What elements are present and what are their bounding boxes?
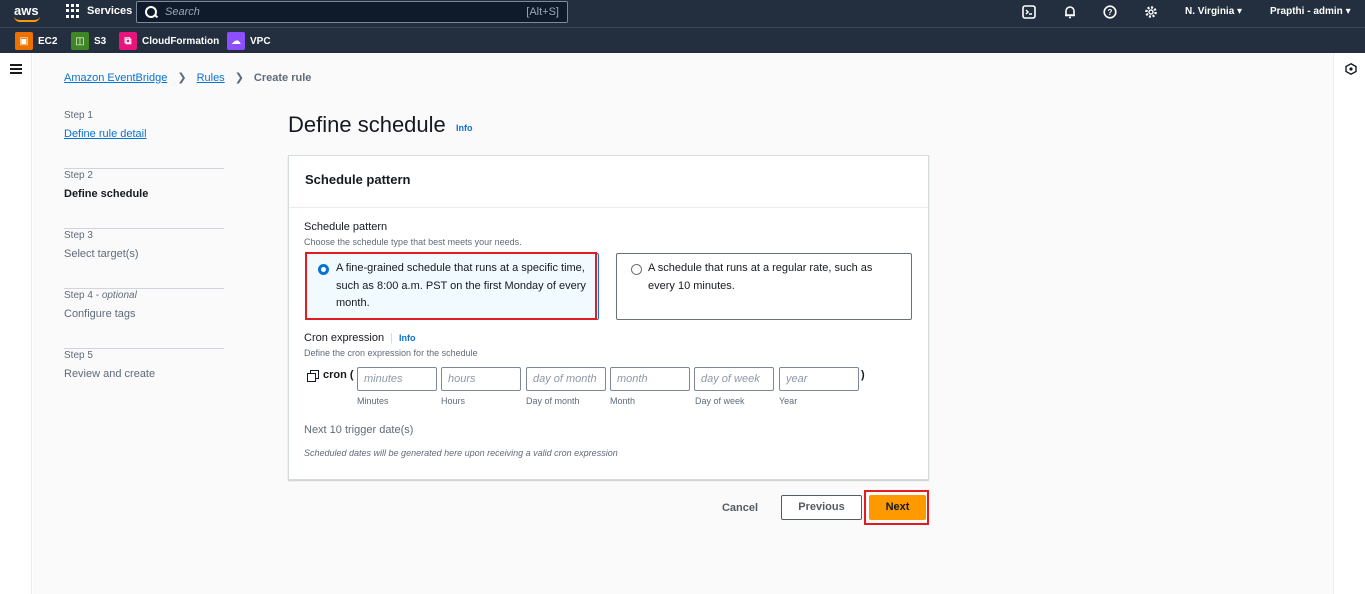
cron-description: Define the cron expression for the sched…	[304, 348, 478, 358]
side-navigation-toggle-strip	[0, 53, 32, 594]
services-label: Services	[87, 5, 133, 17]
search-shortcut: [Alt+S]	[526, 6, 559, 18]
tools-icon[interactable]	[1345, 63, 1357, 75]
cancel-button[interactable]: Cancel	[712, 497, 768, 519]
cron-prefix: cron (	[323, 369, 354, 381]
region-selector[interactable]: N. Virginia ▾	[1185, 6, 1242, 17]
chevron-right-icon: ❯	[234, 72, 244, 84]
svg-text:?: ?	[1108, 8, 1113, 17]
cron-year-caption: Year	[779, 396, 798, 406]
previous-button[interactable]: Previous	[781, 495, 862, 520]
account-label: Prapthi - admin	[1270, 6, 1343, 17]
page-title: Define schedule	[288, 112, 446, 137]
step-1: Step 1 Define rule detail	[64, 109, 224, 169]
option-fine-grained-label: A fine-grained schedule that runs at a s…	[336, 262, 586, 309]
cron-day-of-month-input[interactable]	[526, 367, 606, 391]
favorite-label: CloudFormation	[142, 35, 220, 47]
favorite-s3[interactable]: ◫ S3	[71, 32, 106, 50]
tools-panel-strip	[1333, 53, 1365, 594]
cron-hours-input[interactable]	[441, 367, 521, 391]
cron-expression-label: Cron expression | Info	[304, 332, 416, 344]
next-trigger-dates-label: Next 10 trigger date(s)	[304, 424, 414, 436]
step-4-label: Configure tags	[64, 308, 136, 320]
favorites-bar: ▣ EC2 ◫ S3 ⧉ CloudFormation ☁ VPC	[0, 27, 1365, 53]
step-number: Step 2	[64, 170, 93, 181]
container-header: Schedule pattern	[289, 156, 928, 208]
step-2-label: Define schedule	[64, 188, 149, 200]
cloudformation-icon: ⧉	[119, 32, 137, 50]
schedule-pattern-description: Choose the schedule type that best meets…	[304, 237, 522, 247]
step-4: Step 4 - optional Configure tags	[64, 289, 224, 349]
breadcrumb-rules[interactable]: Rules	[197, 72, 225, 84]
region-label: N. Virginia	[1185, 6, 1235, 17]
breadcrumb-current: Create rule	[253, 71, 312, 84]
option-rate-label: A schedule that runs at a regular rate, …	[648, 262, 873, 292]
search-input[interactable]: Search [Alt+S]	[136, 1, 568, 23]
cron-label-text: Cron expression	[304, 332, 385, 344]
favorite-ec2[interactable]: ▣ EC2	[15, 32, 57, 50]
step-number: Step 1	[64, 110, 93, 121]
s3-icon: ◫	[71, 32, 89, 50]
fine-grained-schedule-option[interactable]: A fine-grained schedule that runs at a s…	[305, 253, 599, 320]
rate-schedule-option[interactable]: A schedule that runs at a regular rate, …	[616, 253, 912, 320]
cron-day-of-month-caption: Day of month	[526, 396, 580, 406]
search-icon	[145, 6, 157, 18]
aws-logo[interactable]: aws	[14, 3, 42, 23]
radio-button[interactable]	[631, 264, 642, 275]
vpc-icon: ☁	[227, 32, 245, 50]
cron-hours-caption: Hours	[441, 396, 466, 406]
step-5: Step 5 Review and create	[64, 349, 224, 409]
step-number: Step 5	[64, 350, 93, 361]
step-3: Step 3 Select target(s)	[64, 229, 224, 289]
cron-minutes-caption: Minutes	[357, 396, 389, 406]
cron-day-of-week-input[interactable]	[694, 367, 774, 391]
cron-month-input[interactable]	[610, 367, 690, 391]
schedule-pattern-label: Schedule pattern	[304, 221, 388, 233]
step-number: Step 4 - optional	[64, 290, 137, 301]
services-menu-button[interactable]: Services	[66, 4, 132, 18]
cloudshell-icon[interactable]	[1021, 5, 1037, 21]
wizard-steps: Step 1 Define rule detail Step 2 Define …	[64, 109, 224, 409]
next-button[interactable]: Next	[869, 495, 926, 520]
favorite-label: EC2	[38, 35, 58, 47]
radio-button-selected[interactable]	[318, 264, 329, 275]
title-info-link[interactable]: Info	[456, 123, 473, 133]
step-2: Step 2 Define schedule	[64, 169, 224, 229]
top-navigation: aws Services Search [Alt+S] ? N. Virgini…	[0, 0, 1365, 27]
step-number: Step 3	[64, 230, 93, 241]
cron-day-of-week-caption: Day of week	[695, 396, 745, 406]
step-5-label: Review and create	[64, 368, 156, 380]
breadcrumb-eventbridge[interactable]: Amazon EventBridge	[64, 72, 167, 84]
favorite-label: S3	[94, 35, 107, 47]
help-icon[interactable]: ?	[1102, 5, 1118, 21]
favorite-cloudformation[interactable]: ⧉ CloudFormation	[119, 32, 219, 50]
optional-tag: optional	[101, 290, 137, 301]
account-menu[interactable]: Prapthi - admin ▾	[1270, 6, 1351, 17]
cron-minutes-input[interactable]	[357, 367, 437, 391]
next-trigger-dates-note: Scheduled dates will be generated here u…	[304, 448, 618, 458]
favorite-label: VPC	[250, 35, 271, 47]
step-4-number: Step 4	[64, 290, 93, 301]
step-1-link[interactable]: Define rule detail	[64, 127, 224, 141]
ec2-icon: ▣	[15, 32, 33, 50]
step-3-label: Select target(s)	[64, 248, 139, 260]
cron-suffix: )	[861, 369, 865, 381]
notifications-icon[interactable]	[1062, 5, 1078, 21]
chevron-right-icon: ❯	[177, 72, 187, 84]
settings-icon[interactable]	[1143, 5, 1159, 21]
cron-month-caption: Month	[610, 396, 636, 406]
cron-year-input[interactable]	[779, 367, 859, 391]
cron-info-link[interactable]: Info	[399, 333, 416, 343]
search-placeholder: Search	[165, 6, 200, 18]
copy-icon[interactable]	[307, 370, 319, 382]
breadcrumb: Amazon EventBridge ❯ Rules ❯ Create rule	[64, 71, 312, 85]
favorite-vpc[interactable]: ☁ VPC	[227, 32, 271, 50]
grid-icon	[66, 4, 80, 18]
menu-icon[interactable]	[10, 64, 22, 74]
